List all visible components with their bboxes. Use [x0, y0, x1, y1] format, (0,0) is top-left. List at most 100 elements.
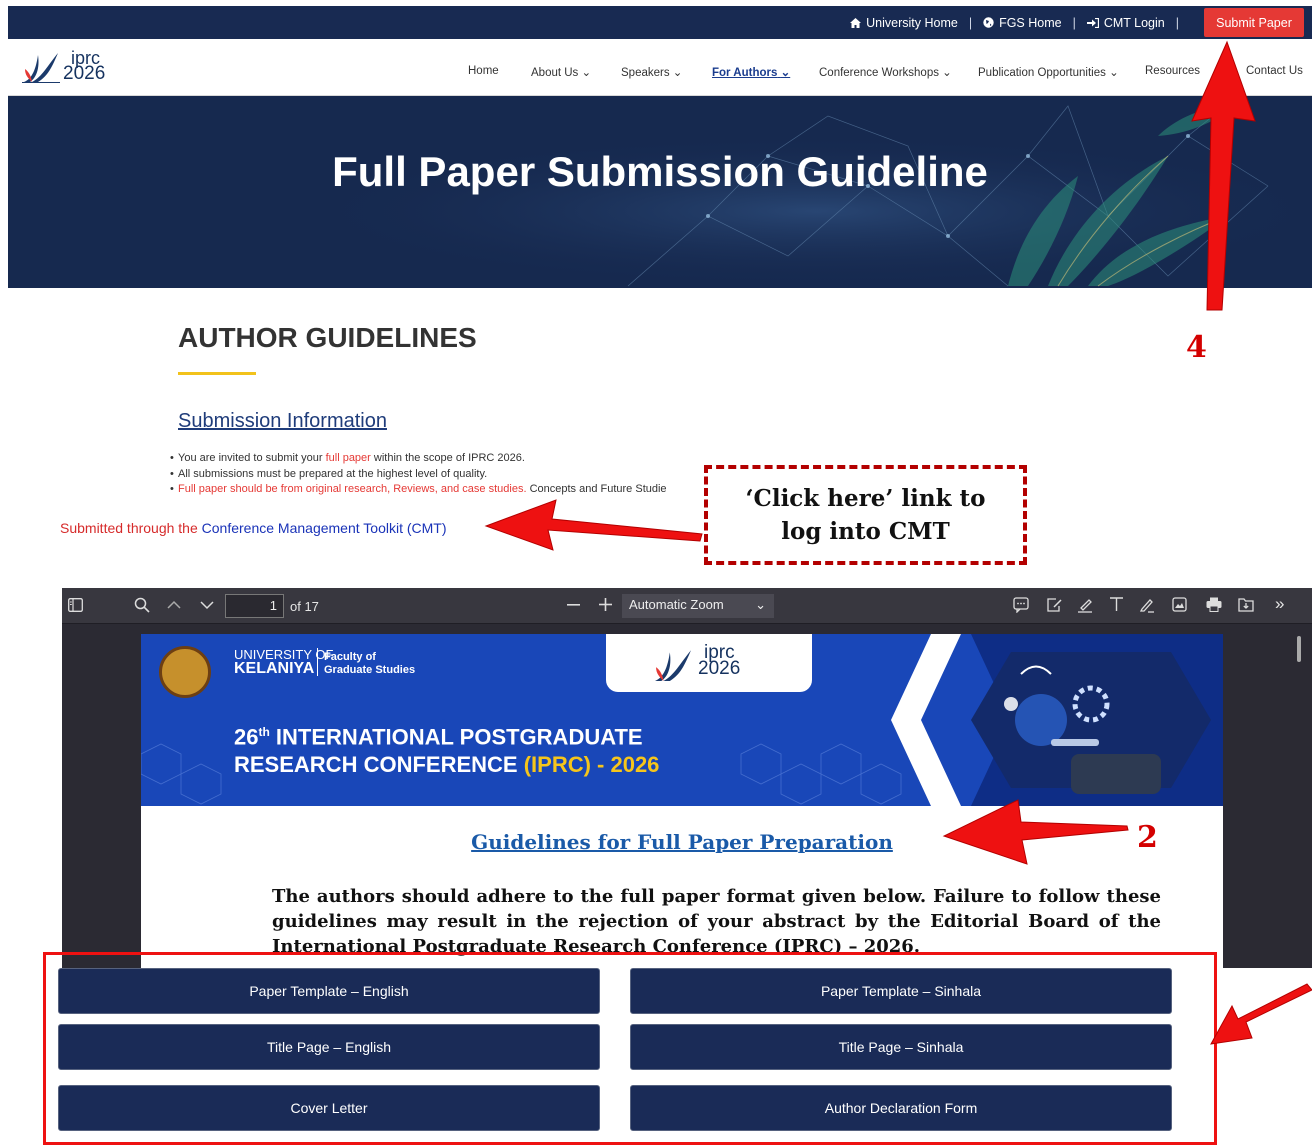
paper-template-english-button[interactable]: Paper Template – English [58, 968, 600, 1014]
page-number-input[interactable]: 1 [225, 594, 284, 618]
nav-contact-us[interactable]: Contact Us [1246, 65, 1303, 77]
full-paper-link[interactable]: full paper [326, 452, 371, 464]
pdf-banner: UNIVERSITY OF KELANIYA Faculty of Graduate… [141, 634, 1223, 806]
zoom-in-icon[interactable] [599, 598, 612, 611]
submission-bullets: You are invited to submit your full pape… [170, 451, 667, 498]
nav-speakers[interactable]: Speakers ⌄ [621, 65, 682, 79]
pdf-logo-card: iprc 2026 [606, 634, 812, 692]
main-navbar: iprc 2026 Home About Us ⌄ Speakers ⌄ For… [8, 39, 1312, 96]
paper-template-sinhala-button[interactable]: Paper Template – Sinhala [630, 968, 1172, 1014]
nav-workshops-label: Conference Workshops [819, 67, 939, 79]
chevron-down-icon: ⌄ [942, 67, 952, 79]
university-home-link[interactable]: University Home [850, 16, 958, 30]
university-name: UNIVERSITY OF KELANIYA [234, 648, 333, 677]
title-line-2: RESEARCH CONFERENCE [234, 752, 524, 778]
callout-line-1: ‘Click here’ link to [745, 485, 986, 512]
previous-page-icon[interactable] [167, 600, 181, 609]
pdf-conference-title: 26th INTERNATIONAL POSTGRADUATE RESEARCH… [234, 718, 659, 779]
nav-for-authors[interactable]: For Authors ⌄ [712, 65, 790, 79]
list-item: Full paper should be from original resea… [170, 482, 667, 498]
cmt-login-link[interactable]: CMT Login [1086, 16, 1165, 30]
author-guidelines-heading: AUTHOR GUIDELINES [178, 322, 477, 353]
university-seal [159, 646, 211, 698]
nav-resources-label: Resources [1145, 65, 1200, 77]
cmt-callout-box: ‘Click here’ link to log into CMT [704, 465, 1027, 565]
comment-icon[interactable] [1013, 597, 1029, 613]
faculty-name: Faculty of Graduate Studies [324, 651, 415, 677]
sidebar-toggle-icon[interactable] [68, 598, 83, 612]
nav-publication-label: Publication Opportunities [978, 67, 1106, 79]
more-tools-icon[interactable]: » [1275, 595, 1284, 613]
list-item: All submissions must be prepared at the … [170, 467, 667, 483]
submitted-prefix: Submitted through the [60, 520, 202, 536]
university-home-label: University Home [866, 15, 958, 30]
globe-icon [983, 17, 994, 28]
home-icon [850, 17, 862, 28]
nav-about-label: About Us [531, 67, 579, 79]
zoom-select[interactable]: Automatic Zoom ⌄ [622, 594, 774, 618]
faculty-line-2: Graduate Studies [324, 664, 416, 676]
nav-home[interactable]: Home [468, 65, 499, 77]
title-line-1: INTERNATIONAL POSTGRADUATE [269, 724, 643, 750]
pdf-toolbar: 1 of 17 Automatic Zoom ⌄ » [62, 588, 1312, 624]
nav-for-authors-label: For Authors [712, 67, 778, 79]
scrollbar-thumb[interactable] [1297, 636, 1301, 662]
page-total: of 17 [290, 599, 319, 614]
image-icon[interactable] [1172, 597, 1187, 612]
faculty-line-1: Faculty of [324, 651, 376, 663]
fgs-home-label: FGS Home [999, 15, 1062, 30]
divider: | [1175, 15, 1179, 30]
fgs-home-link[interactable]: FGS Home [983, 16, 1062, 30]
submit-paper-button[interactable]: Submit Paper [1204, 8, 1304, 37]
chevron-down-icon: ⌄ [755, 597, 766, 612]
page-banner: Full Paper Submission Guideline [8, 96, 1312, 288]
nav-conference-workshops[interactable]: Conference Workshops ⌄ [819, 65, 952, 79]
nav-publication-opportunities[interactable]: Publication Opportunities ⌄ [978, 65, 1119, 79]
save-icon[interactable] [1238, 597, 1254, 612]
title-page-sinhala-button[interactable]: Title Page – Sinhala [630, 1024, 1172, 1070]
arrow-to-downloads-box [1210, 983, 1312, 1045]
arrow-to-cmt-link [484, 499, 703, 551]
sign-icon[interactable] [1046, 597, 1063, 613]
leaves-logo-icon [655, 650, 691, 681]
nav-home-label: Home [468, 65, 499, 77]
title-number: 26 [234, 724, 259, 750]
pdf-page: UNIVERSITY OF KELANIYA Faculty of Graduate… [141, 634, 1223, 968]
divider: | [1072, 15, 1076, 30]
step-number-4: 4 [1186, 330, 1207, 365]
next-page-icon[interactable] [200, 601, 214, 610]
list-item: You are invited to submit your full pape… [170, 451, 667, 467]
step-number-2: 2 [1137, 820, 1158, 855]
pdf-guidelines-heading: Guidelines for Full Paper Preparation [471, 830, 893, 854]
text-icon[interactable] [1109, 597, 1124, 612]
title-page-english-button[interactable]: Title Page – English [58, 1024, 600, 1070]
highlight-icon[interactable] [1077, 597, 1093, 613]
nav-about-us[interactable]: About Us ⌄ [531, 65, 591, 79]
submitted-through-text: Submitted through the Conference Managem… [60, 520, 447, 536]
chevron-down-icon: ⌄ [780, 67, 791, 79]
chevron-down-icon: ⌄ [1109, 67, 1119, 79]
top-links: University Home | FGS Home | CMT Login | [850, 6, 1190, 39]
print-icon[interactable] [1206, 597, 1222, 612]
login-icon [1086, 17, 1099, 28]
title-highlight: (IPRC) - 2026 [523, 752, 660, 778]
author-declaration-form-button[interactable]: Author Declaration Form [630, 1085, 1172, 1131]
heading-underline [178, 372, 256, 375]
university-line-2: KELANIYA [234, 660, 315, 677]
nav-resources[interactable]: Resources [1145, 65, 1200, 77]
draw-icon[interactable] [1139, 597, 1155, 613]
bullet-text: You are invited to submit your [178, 452, 326, 464]
bullet-text: Concepts and Future Studie [526, 483, 667, 495]
page-title: Full Paper Submission Guideline [332, 148, 988, 195]
search-icon[interactable] [134, 597, 150, 613]
pdf-viewer: 1 of 17 Automatic Zoom ⌄ » UNIVERSITY OF… [62, 588, 1312, 968]
chevron-down-icon: ⌄ [672, 67, 683, 79]
bullet-text: within the scope of IPRC 2026. [370, 452, 525, 464]
zoom-out-icon[interactable] [567, 604, 580, 606]
chevron-down-icon: ⌄ [581, 67, 592, 79]
cover-letter-button[interactable]: Cover Letter [58, 1085, 600, 1131]
divider: | [968, 15, 973, 30]
callout-line-2: log into CMT [781, 518, 950, 545]
cmt-link[interactable]: Conference Management Toolkit (CMT) [202, 520, 447, 536]
top-bar: University Home | FGS Home | CMT Login |… [8, 6, 1312, 39]
